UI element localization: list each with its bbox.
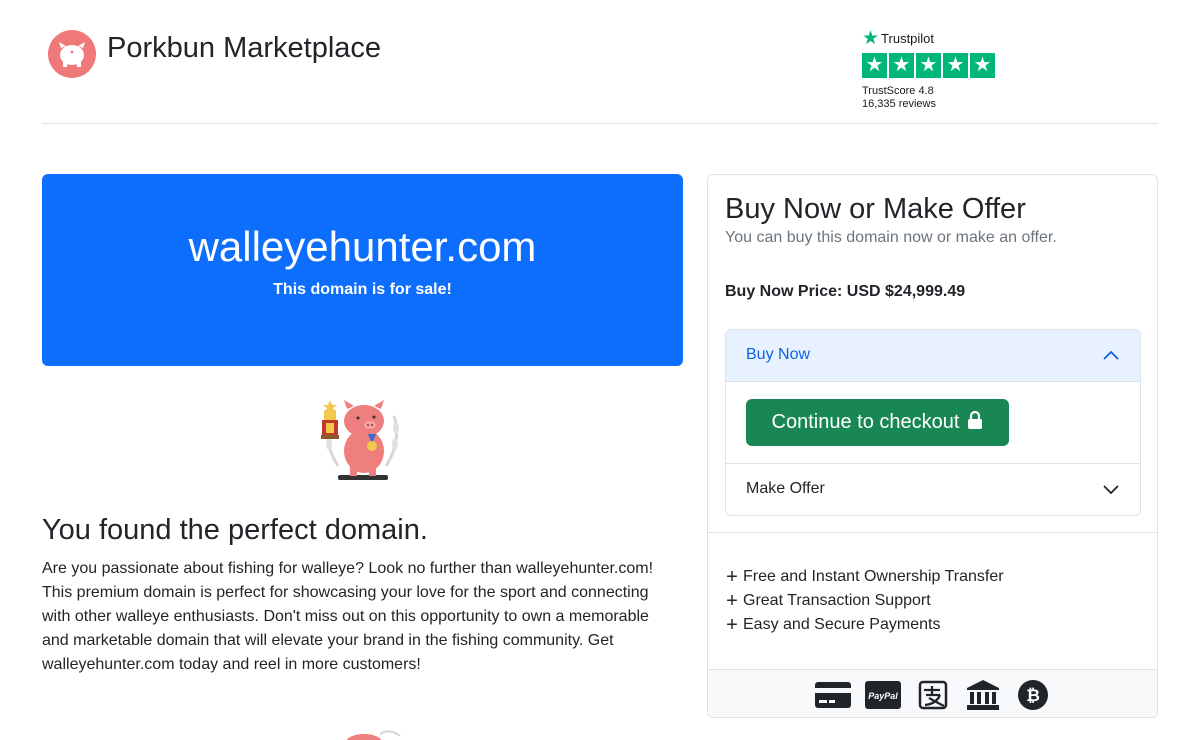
- feature-item: + Great Transaction Support: [725, 589, 1004, 613]
- feature-text: Easy and Secure Payments: [743, 616, 941, 633]
- purchase-accordion: Buy Now Continue to checkout Make Offer: [725, 329, 1141, 516]
- pig-illustration-partial: [320, 728, 410, 740]
- site-header: Porkbun Marketplace ★ Trustpilot ★ ★ ★ ★…: [42, 0, 1158, 124]
- brand-name[interactable]: Porkbun Marketplace: [107, 30, 381, 66]
- lock-icon: [967, 410, 983, 436]
- pig-trophy-illustration: [316, 396, 408, 482]
- chevron-up-icon: [1102, 348, 1120, 366]
- svg-text:₿: ₿: [1026, 686, 1040, 706]
- buy-now-label: Buy Now: [746, 346, 811, 363]
- hero-subtitle: This domain is for sale!: [273, 281, 452, 298]
- domain-description: Are you passionate about fishing for wal…: [42, 560, 654, 673]
- buy-now-accordion-header[interactable]: Buy Now: [726, 330, 1140, 382]
- star-icon: ★: [862, 53, 887, 78]
- hero-domain-name: walleyehunter.com: [188, 223, 537, 270]
- trustpilot-stars: ★ ★ ★ ★ ★: [862, 53, 1002, 78]
- plus-icon: +: [726, 590, 738, 612]
- make-offer-label: Make Offer: [746, 480, 825, 497]
- star-icon: ★: [916, 53, 941, 78]
- porkbun-logo-icon[interactable]: [48, 30, 96, 78]
- plus-icon: +: [726, 614, 738, 636]
- payment-methods: PayPal ₿: [708, 669, 1157, 717]
- credit-card-icon: [814, 680, 851, 710]
- feature-list: + Free and Instant Ownership Transfer + …: [725, 565, 1004, 637]
- checkout-label: Continue to checkout: [771, 411, 960, 433]
- card-divider: [708, 532, 1157, 533]
- continue-to-checkout-button[interactable]: Continue to checkout: [746, 399, 1009, 446]
- paypal-text: PayPal: [868, 691, 898, 701]
- alipay-icon: [915, 680, 951, 710]
- star-icon: ★: [970, 53, 995, 78]
- purchase-card: Buy Now or Make Offer You can buy this d…: [707, 174, 1158, 718]
- plus-icon: +: [726, 566, 738, 588]
- trustpilot-name: Trustpilot: [881, 30, 935, 46]
- trustpilot-logo: ★ Trustpilot: [862, 28, 1002, 48]
- feature-item: + Easy and Secure Payments: [725, 613, 1004, 637]
- buy-now-price: Buy Now Price: USD $24,999.49: [725, 283, 966, 300]
- feature-item: + Free and Instant Ownership Transfer: [725, 565, 1004, 589]
- trustscore: TrustScore 4.8: [862, 85, 934, 97]
- perfect-domain-heading: You found the perfect domain.: [42, 514, 428, 546]
- bitcoin-icon: ₿: [1015, 679, 1051, 710]
- domain-hero: walleyehunter.com This domain is for sal…: [42, 174, 683, 366]
- bank-icon: [965, 679, 1001, 710]
- trustpilot-star-icon: ★: [862, 27, 880, 49]
- paypal-icon: PayPal: [864, 680, 901, 710]
- purchase-card-subtitle: You can buy this domain now or make an o…: [725, 229, 1057, 246]
- purchase-card-title: Buy Now or Make Offer: [725, 193, 1026, 225]
- feature-text: Great Transaction Support: [743, 592, 931, 609]
- trustpilot-widget[interactable]: ★ Trustpilot ★ ★ ★ ★ ★ TrustScore 4.8 16…: [862, 28, 1002, 111]
- review-count: 16,335 reviews: [862, 98, 936, 110]
- star-icon: ★: [943, 53, 968, 78]
- feature-text: Free and Instant Ownership Transfer: [743, 568, 1004, 585]
- make-offer-accordion-header[interactable]: Make Offer: [726, 463, 1140, 515]
- star-icon: ★: [889, 53, 914, 78]
- chevron-down-icon: [1102, 483, 1120, 501]
